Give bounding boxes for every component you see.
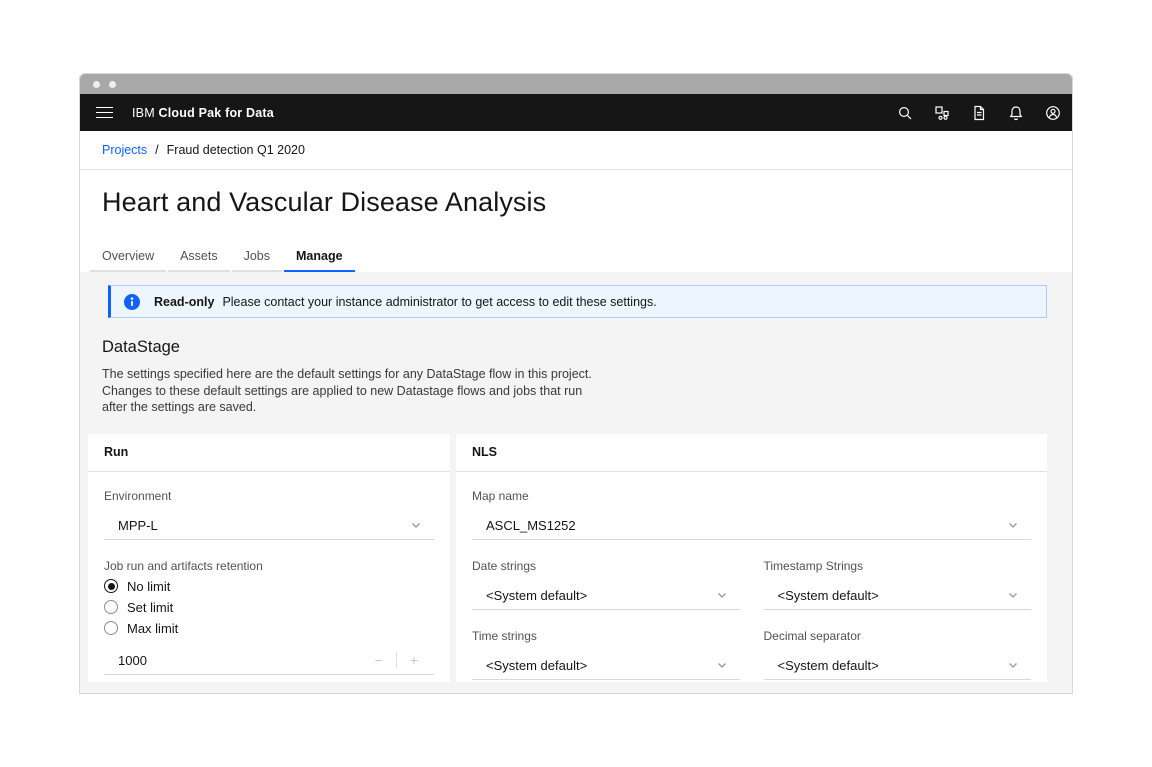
chevron-down-icon <box>1007 519 1019 531</box>
timestamp-strings-field: Timestamp Strings <System default> <box>764 558 1032 610</box>
breadcrumb-separator: / <box>155 143 158 157</box>
breadcrumb: Projects / Fraud detection Q1 2020 <box>80 131 1072 170</box>
decimal-separator-label: Decimal separator <box>764 628 1032 644</box>
tab-jobs[interactable]: Jobs <box>232 242 282 272</box>
retention-label: Job run and artifacts retention <box>104 558 434 574</box>
chevron-down-icon <box>716 659 728 671</box>
nls-card-title: NLS <box>456 434 1047 472</box>
search-icon[interactable] <box>896 104 913 121</box>
date-strings-select[interactable]: <System default> <box>472 582 740 610</box>
map-name-value: ASCL_MS1252 <box>486 518 1007 533</box>
date-strings-field: Date strings <System default> <box>472 558 740 610</box>
manage-content: Read-only Please contact your instance a… <box>80 272 1072 693</box>
breadcrumb-current: Fraud detection Q1 2020 <box>167 143 305 157</box>
chevron-down-icon <box>1007 659 1019 671</box>
run-card-title: Run <box>88 434 450 472</box>
header-actions <box>896 104 1061 121</box>
avatar-icon[interactable] <box>1044 104 1061 121</box>
readonly-notification: Read-only Please contact your instance a… <box>108 285 1047 318</box>
section-description: The settings specified here are the defa… <box>102 366 602 416</box>
limit-number-input[interactable]: 1000 − + <box>104 647 434 675</box>
brand-title: IBM Cloud Pak for Data <box>132 106 274 120</box>
stepper-divider <box>396 652 397 668</box>
limit-value: 1000 <box>118 653 373 668</box>
radio-set-limit[interactable]: Set limit <box>104 597 434 618</box>
notifications-icon[interactable] <box>1007 104 1024 121</box>
app-window: IBM Cloud Pak for Data Projects / Fraud … <box>79 73 1073 694</box>
decimal-separator-select[interactable]: <System default> <box>764 652 1032 680</box>
decrement-button[interactable]: − <box>373 653 385 667</box>
title-area: Heart and Vascular Disease Analysis Over… <box>80 170 1072 272</box>
radio-no-limit[interactable]: No limit <box>104 576 434 597</box>
radio-button-icon <box>104 579 118 593</box>
brand-name: Cloud Pak for Data <box>159 106 274 120</box>
time-strings-field: Time strings <System default> <box>472 628 740 680</box>
chevron-down-icon <box>1007 589 1019 601</box>
timestamp-strings-label: Timestamp Strings <box>764 558 1032 574</box>
date-strings-label: Date strings <box>472 558 740 574</box>
radio-max-limit[interactable]: Max limit <box>104 618 434 639</box>
window-control-dot[interactable] <box>93 81 100 88</box>
map-name-select[interactable]: ASCL_MS1252 <box>472 512 1031 540</box>
environment-value: MPP-L <box>118 518 410 533</box>
radio-button-icon <box>104 621 118 635</box>
menu-icon[interactable] <box>89 98 119 128</box>
app-header: IBM Cloud Pak for Data <box>80 94 1072 131</box>
tab-manage[interactable]: Manage <box>284 242 355 272</box>
chevron-down-icon <box>410 519 422 531</box>
environment-label: Environment <box>104 488 434 504</box>
radio-button-icon <box>104 600 118 614</box>
window-control-dot[interactable] <box>109 81 116 88</box>
window-titlebar <box>80 74 1072 94</box>
retention-radio-group: No limit Set limit Max limit <box>104 576 434 639</box>
time-strings-select[interactable]: <System default> <box>472 652 740 680</box>
timestamp-strings-select[interactable]: <System default> <box>764 582 1032 610</box>
notification-message: Please contact your instance administrat… <box>222 295 656 309</box>
chevron-down-icon <box>716 589 728 601</box>
increment-button[interactable]: + <box>408 653 420 667</box>
time-strings-label: Time strings <box>472 628 740 644</box>
breadcrumb-link-projects[interactable]: Projects <box>102 143 147 157</box>
notification-title: Read-only <box>154 295 214 309</box>
page-title: Heart and Vascular Disease Analysis <box>102 186 1050 218</box>
run-card: Run Environment MPP-L Job run and artifa… <box>88 434 450 682</box>
environment-select[interactable]: MPP-L <box>104 512 434 540</box>
tab-overview[interactable]: Overview <box>90 242 166 272</box>
document-icon[interactable] <box>970 104 987 121</box>
nls-card: NLS Map name ASCL_MS1252 Date strings <S… <box>456 434 1047 682</box>
section-title: DataStage <box>102 338 1047 357</box>
decimal-separator-field: Decimal separator <System default> <box>764 628 1032 680</box>
number-stepper: − + <box>373 652 420 668</box>
map-name-label: Map name <box>472 488 1031 504</box>
brand-prefix: IBM <box>132 106 155 120</box>
tab-bar: Overview Assets Jobs Manage <box>90 242 1050 272</box>
info-icon <box>124 294 140 310</box>
tab-assets[interactable]: Assets <box>168 242 230 272</box>
services-icon[interactable] <box>933 104 950 121</box>
settings-cards: Run Environment MPP-L Job run and artifa… <box>88 434 1047 682</box>
